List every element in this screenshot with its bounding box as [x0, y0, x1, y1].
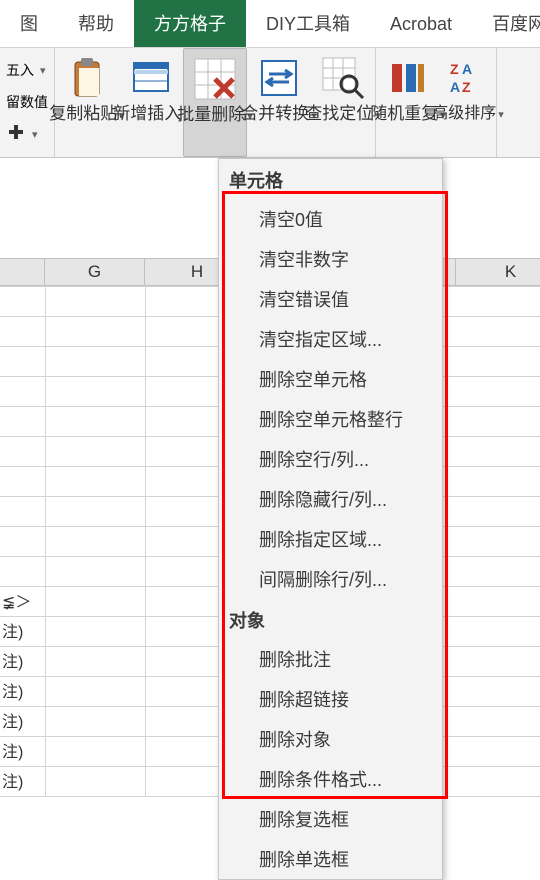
tab-fangfanggezi[interactable]: 方方格子: [134, 0, 246, 47]
svg-text:Z: Z: [450, 61, 459, 77]
ribbon-keep-number-button[interactable]: 留数值: [6, 86, 48, 118]
dd-del-cond-format[interactable]: 删除条件格式...: [219, 759, 442, 799]
tab-diy-toolbox[interactable]: DIY工具箱: [246, 0, 370, 47]
dd-del-checkboxes[interactable]: 删除复选框: [219, 799, 442, 839]
clipboard-icon: [63, 54, 111, 102]
grid-delete-icon: [191, 55, 239, 103]
merge-convert-button[interactable]: 合并转换▾: [247, 48, 311, 157]
ribbon-plus-button[interactable]: ▾: [6, 118, 48, 150]
dd-del-comments[interactable]: 删除批注: [219, 639, 442, 679]
column-header-blank[interactable]: [0, 258, 45, 286]
merge-convert-label: 合并转换: [241, 104, 309, 123]
batch-delete-dropdown: 单元格 清空0值 清空非数字 清空错误值 清空指定区域... 删除空单元格 删除…: [218, 158, 443, 880]
row-cell-group: ≨＞ 注) 注) 注) 注) 注) 注): [0, 588, 44, 798]
ribbon-round-label: 五入: [6, 60, 34, 80]
ribbon-round-button[interactable]: 五入 ▾: [6, 54, 48, 86]
plus-bold-icon: [6, 124, 26, 144]
cell-value[interactable]: 注): [0, 648, 44, 678]
copy-paste-button[interactable]: 复制粘贴▾: [55, 48, 119, 157]
svg-text:A: A: [462, 61, 472, 77]
svg-text:A: A: [450, 79, 460, 95]
cell-value[interactable]: 注): [0, 738, 44, 768]
dd-clear-nonnumeric[interactable]: 清空非数字: [219, 239, 442, 279]
dd-del-empty-cell[interactable]: 删除空单元格: [219, 359, 442, 399]
dd-del-range[interactable]: 删除指定区域...: [219, 519, 442, 559]
cell-value[interactable]: 注): [0, 708, 44, 738]
cell-value[interactable]: 注): [0, 768, 44, 798]
tab-chart[interactable]: 图: [0, 0, 58, 47]
cell-value[interactable]: 注): [0, 678, 44, 708]
chevron-down-icon: ▾: [40, 64, 46, 77]
dd-del-objects[interactable]: 删除对象: [219, 719, 442, 759]
tab-baidu-netdisk[interactable]: 百度网盘: [472, 0, 540, 47]
ribbon-stacked-group: 五入 ▾ 留数值 ▾: [0, 48, 54, 157]
column-header-g[interactable]: G: [45, 258, 145, 286]
dd-del-empty-rowcol[interactable]: 删除空行/列...: [219, 439, 442, 479]
copy-paste-label: 复制粘贴: [49, 104, 117, 123]
dd-clear-errors[interactable]: 清空错误值: [219, 279, 442, 319]
dd-del-empty-cell-row[interactable]: 删除空单元格整行: [219, 399, 442, 439]
dd-del-interval-rowcol[interactable]: 间隔删除行/列...: [219, 559, 442, 599]
merge-arrows-icon: [255, 54, 303, 102]
cell-value[interactable]: 注): [0, 618, 44, 648]
chevron-down-icon: ▾: [498, 109, 504, 121]
cell-value[interactable]: ≨＞: [0, 588, 44, 618]
dd-del-radios[interactable]: 删除单选框: [219, 839, 442, 879]
insert-new-label: 新增插入: [113, 104, 181, 123]
bars-icon: [384, 54, 432, 102]
random-repeat-label: 随机重复: [370, 104, 438, 123]
dd-clear-zero[interactable]: 清空0值: [219, 199, 442, 239]
insert-new-button[interactable]: 新增插入▾: [119, 48, 183, 157]
chevron-down-icon: ▾: [32, 128, 38, 141]
table-insert-icon: [127, 54, 175, 102]
sort-az-icon: ZAAZ: [444, 54, 492, 102]
find-locate-button[interactable]: 查找定位▾: [311, 48, 375, 157]
dd-del-hyperlinks[interactable]: 删除超链接: [219, 679, 442, 719]
dd-clear-range[interactable]: 清空指定区域...: [219, 319, 442, 359]
dropdown-section-object: 对象: [219, 599, 442, 639]
tab-acrobat[interactable]: Acrobat: [370, 0, 472, 47]
grid-search-icon: [319, 54, 367, 102]
svg-text:Z: Z: [462, 79, 471, 95]
adv-sort-label: 高级排序: [432, 105, 496, 122]
batch-delete-label: 批量删除: [177, 105, 245, 124]
column-header-k[interactable]: K: [456, 258, 540, 286]
dd-del-hidden-rowcol[interactable]: 删除隐藏行/列...: [219, 479, 442, 519]
ribbon-keep-number-label: 留数值: [6, 92, 48, 112]
dropdown-section-cell: 单元格: [219, 159, 442, 199]
tab-help[interactable]: 帮助: [58, 0, 134, 47]
batch-delete-button[interactable]: 批量删除▾: [183, 48, 247, 157]
find-locate-label: 查找定位: [305, 104, 373, 123]
adv-sort-button[interactable]: ZAAZ 高级排序▾: [440, 48, 496, 157]
random-repeat-button[interactable]: 随机重复▾: [376, 48, 440, 157]
